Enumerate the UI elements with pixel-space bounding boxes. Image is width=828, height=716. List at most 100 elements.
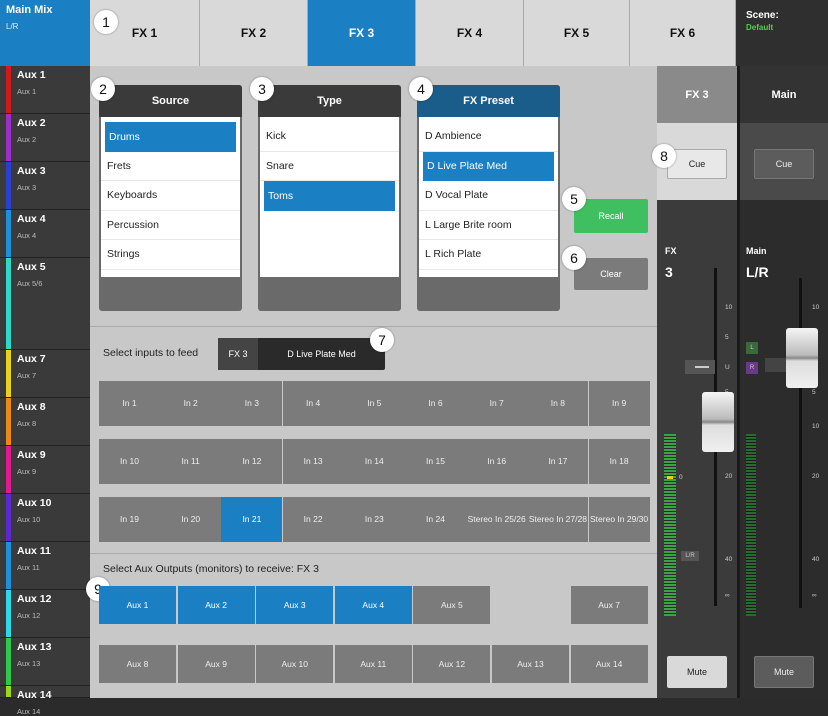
aux-output-button[interactable]: Aux 11 (334, 645, 412, 683)
clear-button[interactable]: Clear (574, 258, 648, 290)
preset-list-item[interactable]: D Vocal Plate (419, 181, 558, 211)
input-button[interactable]: In 6 (405, 381, 466, 426)
source-list-item[interactable]: Drums (105, 122, 236, 152)
aux-output-button[interactable]: Aux 8 (99, 645, 176, 683)
input-button[interactable]: In 8 (527, 381, 589, 426)
sidebar-item-aux-10[interactable]: Aux 11 Aux 11 (0, 542, 90, 590)
sidebar-item-aux-3[interactable]: Aux 3 Aux 3 (0, 162, 90, 210)
aux-output-button[interactable]: Aux 13 (492, 645, 569, 683)
scene-label: Scene: (746, 10, 779, 21)
source-list-item[interactable]: Percussion (101, 211, 240, 240)
aux-output-button[interactable]: Aux 10 (256, 645, 334, 683)
callout-badge-4: 4 (409, 77, 433, 101)
fx-cue-button[interactable]: Cue (667, 149, 727, 179)
input-button[interactable]: In 23 (343, 497, 405, 542)
main-mute-button[interactable]: Mute (754, 656, 814, 688)
input-button[interactable]: In 7 (466, 381, 528, 426)
aux-output-button[interactable]: Aux 7 (570, 586, 648, 624)
sidebar-item-aux-7[interactable]: Aux 8 Aux 8 (0, 398, 90, 446)
input-button[interactable]: In 11 (160, 439, 222, 484)
aux-output-button[interactable]: Aux 3 (256, 586, 334, 624)
input-button[interactable]: In 1 (99, 381, 160, 426)
fx-mute-button[interactable]: Mute (667, 656, 727, 688)
aux-output-button[interactable]: Aux 14 (570, 645, 648, 683)
input-button[interactable]: In 18 (588, 439, 650, 484)
feed-selector[interactable]: FX 3 D Live Plate Med (218, 338, 385, 370)
callout-badge-3: 3 (250, 77, 274, 101)
sidebar-item-aux-2[interactable]: Aux 2 Aux 2 (0, 114, 90, 162)
source-list-item[interactable]: Frets (101, 152, 240, 181)
aux-sub: Aux 12 (17, 611, 41, 620)
aux-output-button[interactable]: Aux 5 (413, 586, 491, 624)
input-button[interactable]: In 12 (221, 439, 283, 484)
tab-fx6[interactable]: FX 6 (630, 0, 736, 66)
aux-sub: Aux 5/6 (17, 279, 43, 288)
input-button[interactable]: In 14 (343, 439, 405, 484)
input-button[interactable]: Stereo In 27/28 (527, 497, 589, 542)
aux-output-button[interactable]: Aux 2 (177, 586, 255, 624)
sidebar-item-aux-8[interactable]: Aux 9 Aux 9 (0, 446, 90, 494)
main-cue-button[interactable]: Cue (754, 149, 814, 179)
type-list-item[interactable]: Snare (260, 152, 399, 181)
sidebar-item-aux-1[interactable]: Aux 1 Aux 1 (0, 66, 90, 114)
preset-list-item[interactable]: L Rich Plate (419, 240, 558, 270)
source-list-item[interactable]: Strings (101, 240, 240, 270)
input-button[interactable]: Stereo In 25/26 (466, 497, 528, 542)
aux-name: Aux 2 (17, 117, 46, 129)
tab-fx3[interactable]: FX 3 (308, 0, 416, 66)
input-button[interactable]: In 21 (221, 497, 283, 542)
input-button[interactable]: In 24 (405, 497, 466, 542)
input-button[interactable]: In 15 (405, 439, 466, 484)
input-button[interactable]: In 5 (343, 381, 405, 426)
sidebar-item-aux-13[interactable]: Aux 14 Aux 14 (0, 686, 90, 716)
tab-label: FX 4 (456, 26, 483, 40)
aux-name: Aux 12 (17, 593, 52, 605)
sidebar-item-aux-11[interactable]: Aux 12 Aux 12 (0, 590, 90, 638)
tab-fx2[interactable]: FX 2 (200, 0, 308, 66)
main-mix-button[interactable]: Main Mix L/R (0, 0, 90, 66)
sidebar-item-aux-6[interactable]: Aux 7 Aux 7 (0, 350, 90, 398)
input-button[interactable]: In 16 (466, 439, 528, 484)
input-button[interactable]: In 22 (282, 497, 344, 542)
input-button[interactable]: In 4 (282, 381, 344, 426)
fader-tick: 10 (812, 423, 820, 430)
input-button[interactable]: Stereo In 29/30 (588, 497, 650, 542)
aux-output-button[interactable]: Aux 1 (99, 586, 176, 624)
input-button[interactable]: In 13 (282, 439, 344, 484)
aux-output-button[interactable]: Aux 12 (413, 645, 491, 683)
input-button[interactable]: In 3 (221, 381, 283, 426)
input-button[interactable]: In 2 (160, 381, 222, 426)
aux-color-bar (6, 350, 11, 397)
aux-color-bar (6, 686, 11, 697)
type-list-item[interactable]: Toms (264, 181, 395, 211)
sidebar-item-aux-4[interactable]: Aux 4 Aux 4 (0, 210, 90, 258)
tab-fx4[interactable]: FX 4 (416, 0, 524, 66)
tab-label: FX 1 (131, 26, 158, 40)
aux-name: Aux 11 (17, 545, 51, 557)
fader-tick: 40 (812, 556, 820, 563)
sidebar-item-aux-5[interactable]: Aux 5 Aux 5/6 (0, 258, 90, 350)
sidebar-item-aux-9[interactable]: Aux 10 Aux 10 (0, 494, 90, 542)
aux-output-button[interactable]: Aux 4 (334, 586, 412, 624)
preset-list-item[interactable]: D Live Plate Med (423, 151, 554, 181)
sidebar-item-aux-12[interactable]: Aux 13 Aux 13 (0, 638, 90, 686)
input-button[interactable]: In 17 (527, 439, 589, 484)
preset-list-item[interactable]: L Large Brite room (419, 211, 558, 240)
fx-fader-knob[interactable] (702, 392, 734, 452)
type-panel: Type Kick Snare Toms (258, 85, 401, 311)
aux-sub: Aux 9 (17, 467, 37, 476)
input-button[interactable]: In 10 (99, 439, 160, 484)
aux-output-button[interactable]: Aux 9 (177, 645, 255, 683)
scene-display[interactable]: Scene: Default (736, 0, 828, 66)
preset-list-item[interactable]: D Ambience (419, 122, 558, 152)
aux-color-bar (6, 258, 11, 349)
input-button[interactable]: In 20 (160, 497, 222, 542)
tab-fx5[interactable]: FX 5 (524, 0, 630, 66)
recall-button[interactable]: Recall (574, 199, 648, 233)
type-list-item[interactable]: Kick (260, 122, 399, 152)
input-button[interactable]: In 9 (588, 381, 650, 426)
input-button[interactable]: In 19 (99, 497, 160, 542)
aux-output-row-1: Aux 1 Aux 2 Aux 3 Aux 4 Aux 5 Aux 7 (99, 586, 649, 624)
main-fader-knob[interactable] (786, 328, 818, 388)
source-list-item[interactable]: Keyboards (101, 181, 240, 211)
